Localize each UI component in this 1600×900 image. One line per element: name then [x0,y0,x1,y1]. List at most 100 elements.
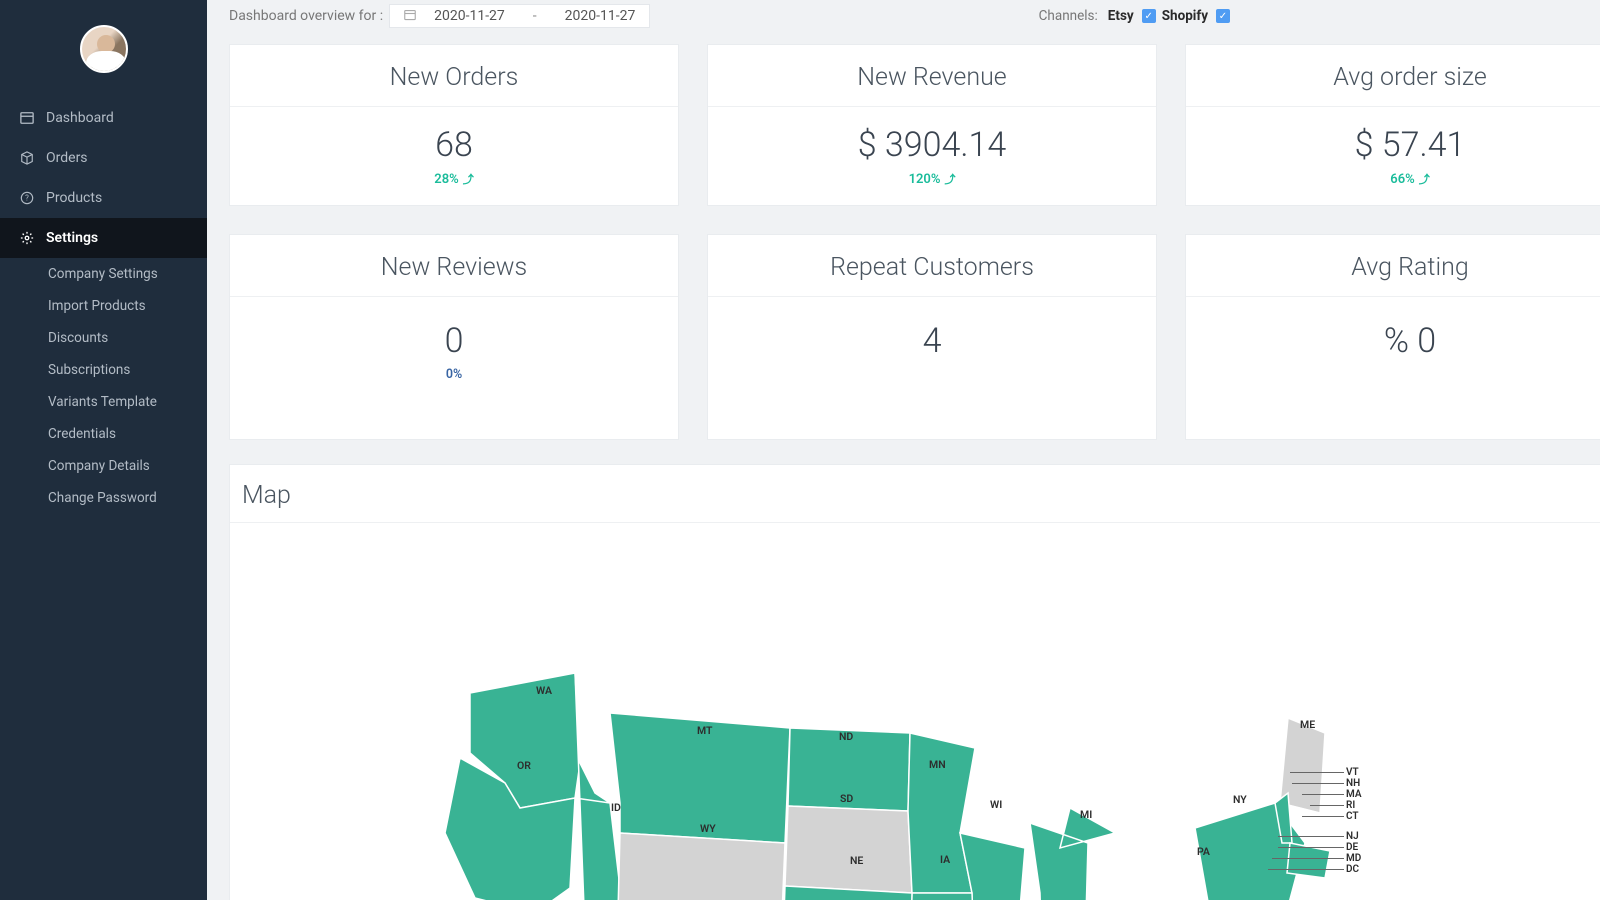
card-value: 68 [230,125,678,165]
nav-label: Products [46,190,102,206]
card-value: $ 3904.14 [708,125,1156,165]
state-ia [910,893,975,900]
card-repeat-customers: Repeat Customers 4 [707,234,1157,440]
label-de: DE [1346,842,1358,853]
card-value: 0 [230,321,678,361]
card-change: 28%⤴ [230,171,678,187]
cube-icon [20,151,36,165]
state-id [575,673,620,900]
state-nd [788,728,910,811]
card-change: 66%⤴ [1186,171,1600,187]
label-md: MD [1346,853,1361,864]
sub-import-products[interactable]: Import Products [0,290,207,322]
label-ma: MA [1346,789,1362,800]
card-avg-rating: Avg Rating % 0 [1185,234,1600,440]
overview-label: Dashboard overview for : [229,8,383,24]
state-wy [617,833,785,900]
nav-label: Settings [46,230,98,246]
date-filter: Dashboard overview for : 2020-11-27 - 20… [229,4,650,28]
state-ma-ct-ri [1287,843,1330,878]
channels-label: Channels: [1039,8,1098,24]
channel-etsy: Etsy [1108,8,1134,24]
label-ct: CT [1346,811,1359,822]
sub-variants-template[interactable]: Variants Template [0,386,207,418]
state-mn [908,733,975,893]
sub-discounts[interactable]: Discounts [0,322,207,354]
leader-line [1290,772,1344,773]
channel-shopify: Shopify [1162,8,1208,24]
leader-line [1310,805,1344,806]
question-icon: ? [20,191,36,205]
stats-cards: New Orders 68 28%⤴ New Revenue $ 3904.14… [229,44,1600,440]
leader-line [1278,836,1344,837]
date-separator: - [533,8,537,24]
card-value: % 0 [1186,321,1600,361]
card-title: New Orders [230,45,678,107]
card-value: 4 [708,321,1156,361]
arrow-up-icon: ⤴ [944,173,955,186]
card-new-reviews: New Reviews 0 0% [229,234,679,440]
nav-label: Orders [46,150,88,166]
calendar-icon [404,9,416,24]
arrow-up-icon: ⤴ [1419,173,1430,186]
header-row: Dashboard overview for : 2020-11-27 - 20… [229,0,1600,36]
us-map [420,633,1420,900]
leader-line [1272,858,1344,859]
card-avg-order-size: Avg order size $ 57.41 66%⤴ [1185,44,1600,206]
card-body: 4 [708,297,1156,439]
card-value: $ 57.41 [1186,125,1600,165]
map-title: Map [230,465,1600,523]
sub-change-password[interactable]: Change Password [0,482,207,514]
svg-text:?: ? [25,194,29,203]
sidebar: Dashboard Orders ? Products Settings Com… [0,0,207,900]
card-title: New Revenue [708,45,1156,107]
calendar-icon [20,111,36,125]
state-mi [1030,808,1115,900]
state-mt [610,713,790,843]
card-change: 0% [230,367,678,382]
nav-dashboard[interactable]: Dashboard [0,98,207,138]
label-nj: NJ [1346,831,1359,842]
date-to: 2020-11-27 [565,8,636,24]
state-sd [785,806,912,893]
card-body: 0 0% [230,297,678,439]
label-nh: NH [1346,778,1360,789]
label-dc: DC [1346,864,1359,875]
arrow-up-icon: ⤴ [463,173,474,186]
leader-line [1268,869,1344,870]
leader-line [1292,783,1344,784]
card-body: $ 57.41 66%⤴ [1186,107,1600,205]
gear-icon [20,231,36,245]
leader-line [1302,794,1344,795]
channel-shopify-checkbox[interactable]: ✓ [1216,9,1230,23]
sub-subscriptions[interactable]: Subscriptions [0,354,207,386]
avatar-wrap [0,0,207,98]
nav-products[interactable]: ? Products [0,178,207,218]
card-title: Avg order size [1186,45,1600,107]
label-vt: VT [1346,767,1359,778]
channels-filter: Channels: Etsy ✓ Shopify ✓ [1039,8,1230,24]
card-new-revenue: New Revenue $ 3904.14 120%⤴ [707,44,1157,206]
sub-company-settings[interactable]: Company Settings [0,258,207,290]
main-content: Dashboard overview for : 2020-11-27 - 20… [207,0,1600,900]
card-body: $ 3904.14 120%⤴ [708,107,1156,205]
sub-credentials[interactable]: Credentials [0,418,207,450]
avatar[interactable] [80,25,128,73]
channel-etsy-checkbox[interactable]: ✓ [1142,9,1156,23]
card-title: Repeat Customers [708,235,1156,297]
card-body: % 0 [1186,297,1600,439]
leader-line [1302,816,1344,817]
leader-line [1278,847,1344,848]
date-range-picker[interactable]: 2020-11-27 - 2020-11-27 [389,4,650,28]
date-from: 2020-11-27 [434,8,505,24]
nav-settings[interactable]: Settings [0,218,207,258]
map-body[interactable]: WA MT ND OR ID SD WY MN WI MI IA NE NY M… [230,523,1600,900]
card-new-orders: New Orders 68 28%⤴ [229,44,679,206]
map-section: Map [229,464,1600,900]
label-ri: RI [1346,800,1355,811]
card-title: New Reviews [230,235,678,297]
sub-company-details[interactable]: Company Details [0,450,207,482]
card-body: 68 28%⤴ [230,107,678,205]
nav-orders[interactable]: Orders [0,138,207,178]
nav-label: Dashboard [46,110,114,126]
